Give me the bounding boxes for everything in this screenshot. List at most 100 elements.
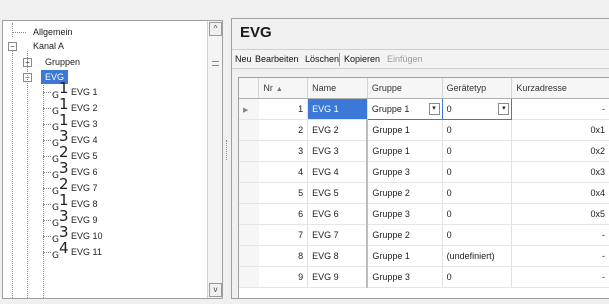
cell-name[interactable]: EVG 6: [307, 203, 368, 225]
cell-geraetetyp[interactable]: 0: [442, 182, 513, 204]
cell-name[interactable]: EVG 7: [307, 224, 368, 246]
table-row[interactable]: 3 EVG 3 Gruppe 1 0 0x2: [239, 140, 609, 162]
cell-geraetetyp[interactable]: 0: [442, 119, 513, 141]
cell-geraetetyp[interactable]: 0: [442, 266, 513, 288]
row-selector[interactable]: [239, 245, 259, 267]
tree-item-device[interactable]: G1 EVG 2: [3, 97, 203, 117]
tree-item-device[interactable]: G3 EVG 6: [3, 161, 203, 181]
cell-gruppe[interactable]: Gruppe 2: [366, 224, 443, 246]
tree-item-device[interactable]: G2 EVG 7: [3, 177, 203, 197]
cell-gruppe[interactable]: Gruppe 1: [366, 140, 443, 162]
cell-gruppe-dropdown[interactable]: Gruppe 1 ▾: [366, 97, 443, 120]
paste-button[interactable]: Einfügen: [387, 54, 423, 64]
cell-nr[interactable]: 3: [258, 140, 309, 162]
cell-name[interactable]: EVG 8: [307, 245, 368, 267]
cell-nr[interactable]: 9: [258, 266, 309, 288]
tree-item-device[interactable]: G3 EVG 4: [3, 129, 203, 149]
chevron-down-icon[interactable]: ▾: [498, 102, 510, 115]
column-header-name[interactable]: Name: [307, 78, 368, 99]
delete-button[interactable]: Löschen: [305, 54, 339, 64]
tree-item-gruppen[interactable]: + Gruppen: [3, 55, 203, 69]
tree-item-label: EVG 5: [71, 151, 98, 161]
tree-item-device[interactable]: G3 EVG 9: [3, 209, 203, 229]
table-row[interactable]: 2 EVG 2 Gruppe 1 0 0x1: [239, 119, 609, 141]
cell-kurzadresse[interactable]: 0x5: [511, 203, 609, 225]
row-selector[interactable]: [239, 119, 259, 141]
cell-gruppe[interactable]: Gruppe 1: [366, 119, 443, 141]
row-selector[interactable]: [239, 224, 259, 246]
row-selector[interactable]: [239, 161, 259, 183]
new-button[interactable]: Neu: [235, 54, 252, 64]
tree-item-device[interactable]: G2 EVG 5: [3, 145, 203, 165]
cell-kurzadresse[interactable]: -: [511, 224, 609, 246]
cell-name[interactable]: EVG 3: [307, 140, 368, 162]
tree-item-kanal-a[interactable]: − Kanal A: [3, 39, 203, 53]
row-selector[interactable]: [239, 266, 259, 288]
scroll-down-icon[interactable]: v: [209, 283, 222, 297]
tree-item-allgemein[interactable]: Allgemein: [3, 25, 203, 39]
cell-gruppe[interactable]: Gruppe 3: [366, 161, 443, 183]
column-header-geraetetyp[interactable]: Gerätetyp: [442, 78, 513, 99]
cell-nr[interactable]: 6: [258, 203, 309, 225]
table-row[interactable]: 7 EVG 7 Gruppe 20-: [239, 224, 609, 246]
cell-kurzadresse[interactable]: -: [511, 245, 609, 267]
cell-name[interactable]: EVG 2: [307, 119, 368, 141]
tree-item-device[interactable]: G1 EVG 3: [3, 113, 203, 133]
cell-name[interactable]: EVG 4: [307, 161, 368, 183]
table-row[interactable]: 4 EVG 4 Gruppe 3 0 0x3: [239, 161, 609, 183]
cell-geraetetyp[interactable]: 0: [442, 161, 513, 183]
column-header-kurzadresse[interactable]: Kurzadresse: [511, 78, 609, 99]
cell-name[interactable]: EVG 9: [307, 266, 368, 288]
collapse-icon[interactable]: −: [8, 42, 17, 51]
tree-item-device[interactable]: G1 EVG 8: [3, 193, 203, 213]
cell-kurzadresse[interactable]: -: [511, 266, 609, 288]
panel-splitter[interactable]: [224, 20, 230, 299]
cell-nr[interactable]: 2: [258, 119, 309, 141]
cell-kurzadresse[interactable]: 0x1: [511, 119, 609, 141]
row-selector[interactable]: ▶: [239, 98, 259, 120]
copy-button[interactable]: Kopieren: [344, 54, 380, 64]
table-row[interactable]: ▶ 1 EVG 1 Gruppe 1 ▾ 0 ▾ -: [239, 97, 609, 120]
tree-item-evg[interactable]: − EVG: [3, 70, 203, 84]
row-selector[interactable]: [239, 140, 259, 162]
cell-gruppe[interactable]: Gruppe 1: [366, 245, 443, 267]
cell-nr[interactable]: 5: [258, 182, 309, 204]
table-row[interactable]: 6 EVG 6 Gruppe 3 0 0x5: [239, 203, 609, 225]
cell-kurzadresse[interactable]: 0x2: [511, 140, 609, 162]
table-row[interactable]: 8 EVG 8 Gruppe 1 (undefiniert) -: [239, 245, 609, 267]
cell-nr[interactable]: 4: [258, 161, 309, 183]
cell-kurzadresse[interactable]: 0x3: [511, 161, 609, 183]
cell-nr[interactable]: 1: [258, 98, 309, 120]
cell-gruppe[interactable]: Gruppe 2: [366, 182, 443, 204]
cell-gruppe[interactable]: Gruppe 3: [366, 266, 443, 288]
cell-geraetetyp[interactable]: 0: [442, 140, 513, 162]
cell-geraetetyp[interactable]: 0: [442, 203, 513, 225]
cell-nr[interactable]: 8: [258, 245, 309, 267]
tree-scrollbar[interactable]: ^ v: [207, 21, 222, 298]
cell-name[interactable]: EVG 1: [307, 98, 368, 120]
column-header-label: Gerätetyp: [446, 82, 487, 93]
scroll-thumb[interactable]: [212, 61, 219, 66]
tree-panel: Allgemein − Kanal A + Gruppen − EVG G1 EV…: [2, 20, 223, 299]
chevron-down-icon[interactable]: ▾: [428, 102, 440, 115]
row-selector[interactable]: [239, 182, 259, 204]
cell-kurzadresse[interactable]: -: [511, 98, 609, 120]
cell-kurzadresse[interactable]: 0x4: [511, 182, 609, 204]
main-panel: EVG Neu Bearbeiten Löschen Kopieren Einf…: [231, 18, 609, 299]
tree-item-device[interactable]: G1 EVG 1: [3, 81, 203, 101]
column-header-gruppe[interactable]: Gruppe: [367, 78, 443, 99]
cell-gruppe[interactable]: Gruppe 3: [366, 203, 443, 225]
cell-geraetetyp[interactable]: (undefiniert): [442, 245, 513, 267]
tree-item-device[interactable]: G3 EVG 10: [3, 225, 203, 245]
cell-name[interactable]: EVG 5: [307, 182, 368, 204]
tree-item-device[interactable]: G4 EVG 11: [3, 241, 203, 261]
cell-geraetetyp-dropdown[interactable]: 0 ▾: [441, 97, 513, 120]
scroll-up-icon[interactable]: ^: [209, 22, 222, 36]
cell-geraetetyp[interactable]: 0: [442, 224, 513, 246]
column-header-nr[interactable]: Nr ▲: [258, 78, 309, 99]
row-selector[interactable]: [239, 203, 259, 225]
edit-button[interactable]: Bearbeiten: [255, 54, 299, 64]
cell-nr[interactable]: 7: [258, 224, 309, 246]
table-row[interactable]: 5 EVG 5 Gruppe 2 0 0x4: [239, 182, 609, 204]
table-row[interactable]: 9 EVG 9 Gruppe 30-: [239, 266, 609, 288]
